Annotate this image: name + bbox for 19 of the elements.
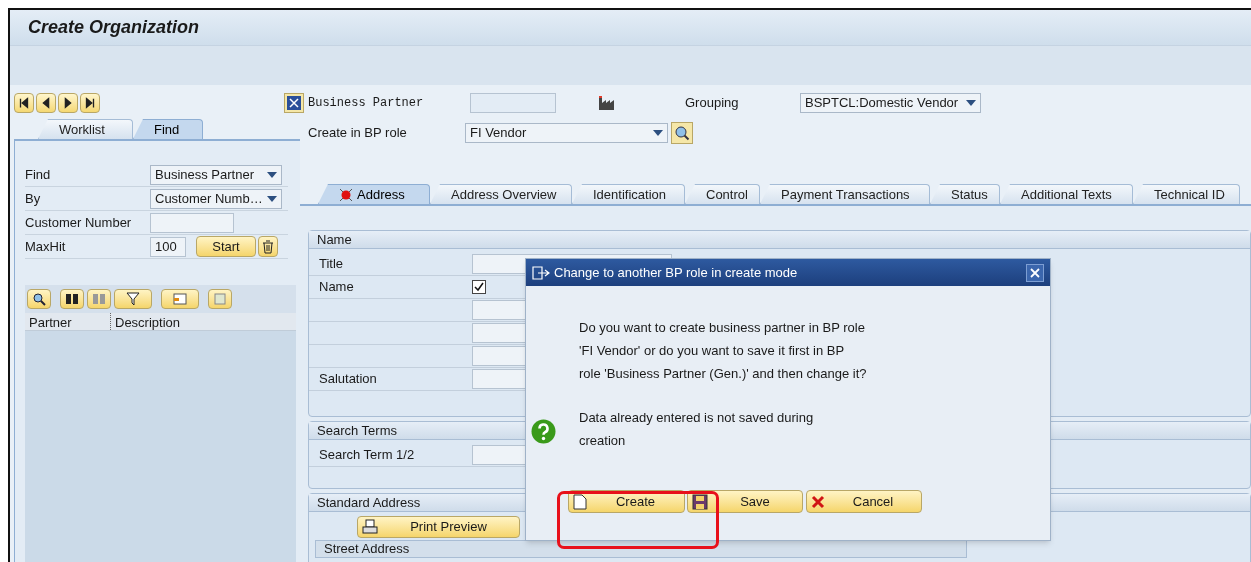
window-title: Create Organization [28,16,200,39]
dialog-message: Do you want to create business partner in BP role 'FI Vendor' or do you want to save it first in BP role 'Business Partner (Gen.)' and then change it? [579,319,867,383]
field-label: Create in BP role [307,124,408,143]
field-label: Title [319,256,344,272]
field-label: Grouping [685,94,740,113]
field-label: Find [25,165,52,184]
field-label: Salutation [319,371,377,387]
field-label: Search Term 1/2 [319,447,415,463]
group-title: Name [317,230,352,249]
group-title: Standard Address [317,493,421,512]
group-title: Street Address [324,540,410,559]
field-label: By [25,189,42,208]
dialog-title: Change to another BP role in create mode [554,263,799,282]
field-label: Customer Number [25,213,133,232]
field-label: Business Partner [307,95,425,112]
field-label: Name [319,279,354,295]
field-label: MaxHit [25,237,67,256]
dialog-note: Data already entered is not saved during creation [579,409,815,450]
group-title: Search Terms [317,421,397,440]
